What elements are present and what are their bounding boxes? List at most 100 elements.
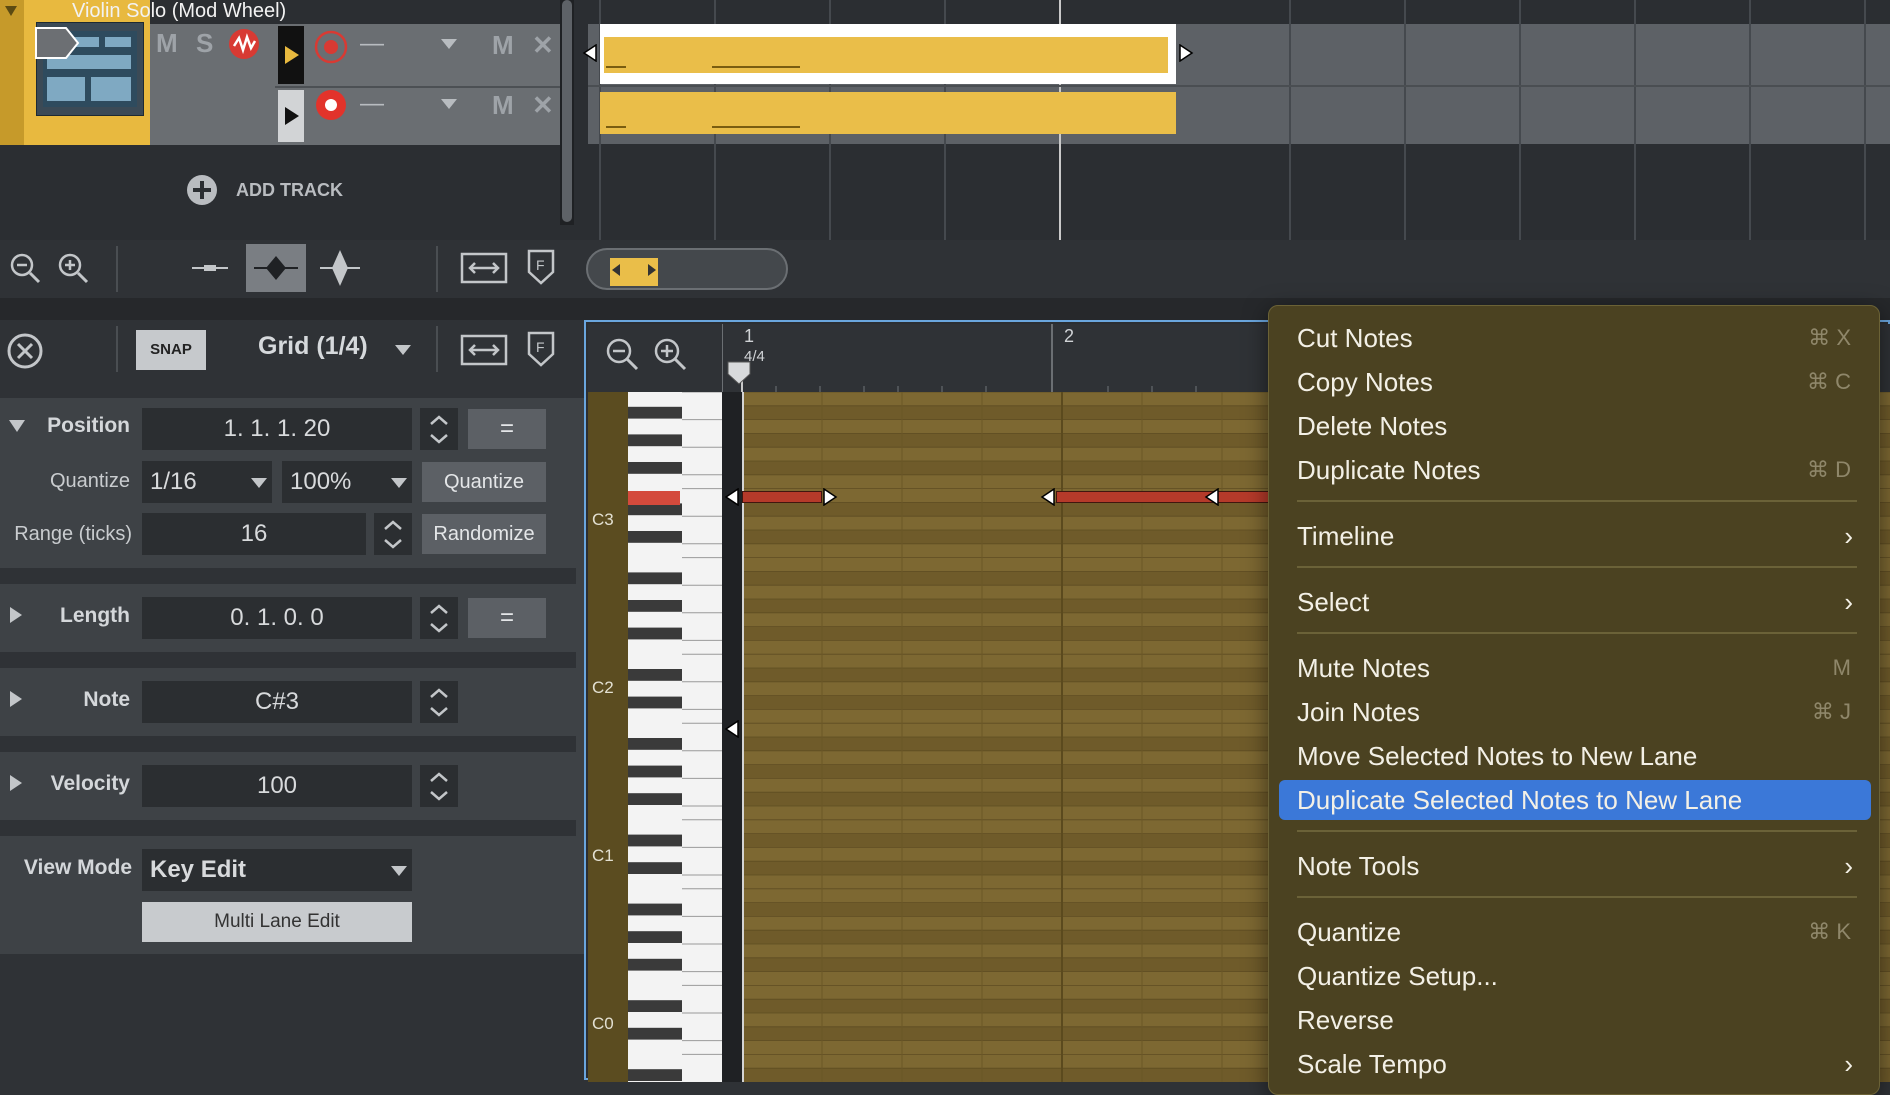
grid-select[interactable]: Grid (1/4): [258, 332, 368, 361]
view-mode-dropdown-icon[interactable]: [390, 865, 408, 877]
track-folder-icon[interactable]: [34, 26, 80, 60]
range-field[interactable]: 16: [142, 513, 366, 555]
menu-timeline[interactable]: Timeline ›: [1269, 516, 1881, 556]
grid-dropdown-icon[interactable]: [394, 344, 412, 356]
menu-cut-notes[interactable]: Cut Notes ⌘ X: [1269, 318, 1881, 358]
position-stepper[interactable]: [420, 408, 458, 450]
clip-end-handle-icon[interactable]: [1178, 44, 1194, 62]
section-divider: [0, 736, 576, 752]
length-stepper[interactable]: [420, 597, 458, 639]
lane1-play-toggle[interactable]: [278, 26, 304, 84]
position-equals-button[interactable]: =: [468, 409, 546, 449]
lane2-record-icon[interactable]: [314, 88, 348, 122]
lane1-close-icon[interactable]: ✕: [532, 30, 554, 61]
section-divider: [0, 568, 576, 584]
close-editor-icon[interactable]: [6, 332, 44, 370]
quantize-button[interactable]: Quantize: [422, 462, 546, 502]
track-scrollbar-thumb[interactable]: [562, 0, 572, 222]
menu-reverse[interactable]: Reverse: [1269, 1000, 1881, 1040]
menu-separator: [1297, 632, 1857, 634]
add-track-button[interactable]: ADD TRACK: [236, 180, 343, 201]
menu-shortcut: ⌘ J: [1811, 699, 1851, 724]
length-equals-button[interactable]: =: [468, 598, 546, 638]
menu-shortcut: ⌘ K: [1808, 919, 1851, 944]
menu-scale-tempo[interactable]: Scale Tempo ›: [1269, 1044, 1881, 1084]
lane2-play-toggle[interactable]: [278, 90, 304, 142]
menu-select[interactable]: Select ›: [1269, 582, 1881, 622]
range-stepper[interactable]: [374, 513, 412, 555]
quantize-grid-dropdown-icon[interactable]: [250, 477, 268, 489]
track-height-small-icon[interactable]: [190, 256, 230, 280]
track-title: Violin Solo (Mod Wheel): [72, 0, 287, 22]
randomize-button[interactable]: Randomize: [422, 514, 546, 554]
menu-move-to-new-lane[interactable]: Move Selected Notes to New Lane: [1269, 736, 1881, 776]
submenu-chevron-icon: ›: [1844, 521, 1853, 551]
note-end-handle-icon[interactable]: [822, 488, 838, 506]
menu-separator: [1297, 896, 1857, 898]
view-mode-select[interactable]: Key Edit: [142, 849, 412, 891]
toolbar-divider: [116, 246, 118, 292]
menu-label: Select: [1297, 587, 1370, 617]
snap-button[interactable]: SNAP: [136, 330, 206, 370]
length-field[interactable]: 0. 1. 0. 0: [142, 597, 412, 639]
lane2-dropdown-icon[interactable]: [440, 98, 458, 110]
length-expand-icon[interactable]: [8, 606, 24, 624]
mute-button[interactable]: M: [156, 28, 178, 59]
menu-quantize-setup[interactable]: Quantize Setup...: [1269, 956, 1881, 996]
menu-note-tools[interactable]: Note Tools ›: [1269, 846, 1881, 886]
note-stepper[interactable]: [420, 681, 458, 723]
quantize-strength-dropdown-icon[interactable]: [390, 477, 408, 489]
menu-label: Quantize Setup...: [1297, 961, 1498, 991]
lane-marker-icon: [724, 488, 739, 506]
roll-zoom-in-icon[interactable]: [652, 336, 688, 372]
menu-mute-notes[interactable]: Mute Notes M: [1269, 648, 1881, 688]
note-expand-icon[interactable]: [8, 690, 24, 708]
position-field[interactable]: 1. 1. 1. 20: [142, 408, 412, 450]
midi-note[interactable]: [1056, 491, 1288, 503]
menu-label: Delete Notes: [1297, 411, 1448, 441]
multi-lane-edit-button[interactable]: Multi Lane Edit: [142, 902, 412, 942]
note-start-handle-icon[interactable]: [1204, 488, 1220, 506]
section-divider: [0, 820, 576, 836]
track-height-medium-button[interactable]: [246, 244, 306, 292]
lane1-dropdown-icon[interactable]: [440, 38, 458, 50]
menu-delete-notes[interactable]: Delete Notes: [1269, 406, 1881, 446]
velocity-expand-icon[interactable]: [8, 774, 24, 792]
menu-join-notes[interactable]: Join Notes ⌘ J: [1269, 692, 1881, 732]
lane2-close-icon[interactable]: ✕: [532, 90, 554, 121]
menu-shortcut: ⌘ D: [1807, 457, 1851, 482]
toolbar-divider: [436, 326, 438, 372]
zoom-out-icon[interactable]: [8, 251, 42, 285]
active-key-highlight: [628, 491, 680, 505]
track-height-large-icon[interactable]: [318, 246, 362, 290]
clip-note-markers: [606, 66, 800, 128]
toolbar-divider: [436, 246, 438, 292]
menu-quantize[interactable]: Quantize ⌘ K: [1269, 912, 1881, 952]
zoom-in-icon[interactable]: [56, 251, 90, 285]
fit-width-icon[interactable]: [460, 250, 508, 286]
midi-note[interactable]: [742, 491, 822, 503]
position-collapse-icon[interactable]: [8, 418, 26, 434]
roll-zoom-out-icon[interactable]: [604, 336, 640, 372]
quantize-label: Quantize: [49, 470, 130, 492]
velocity-field[interactable]: 100: [142, 765, 412, 807]
note-start-handle-icon[interactable]: [1040, 488, 1056, 506]
velocity-stepper[interactable]: [420, 765, 458, 807]
menu-copy-notes[interactable]: Copy Notes ⌘ C: [1269, 362, 1881, 402]
svg-text:F: F: [536, 339, 545, 355]
menu-duplicate-notes[interactable]: Duplicate Notes ⌘ D: [1269, 450, 1881, 490]
add-track-icon[interactable]: [186, 174, 218, 206]
note-field[interactable]: C#3: [142, 681, 412, 723]
track-expand-icon[interactable]: [4, 4, 18, 18]
automation-icon[interactable]: [228, 28, 260, 60]
lane2-mute[interactable]: M: [492, 90, 514, 121]
solo-button[interactable]: S: [196, 28, 213, 59]
lane1-record-icon[interactable]: [314, 30, 348, 64]
lane1-mute[interactable]: M: [492, 30, 514, 61]
menu-label: Mute Notes: [1297, 653, 1430, 683]
clip-start-handle-icon[interactable]: [582, 44, 598, 62]
menu-duplicate-to-new-lane[interactable]: Duplicate Selected Notes to New Lane: [1279, 780, 1871, 820]
follow-icon[interactable]: F: [526, 248, 556, 286]
editor-follow-icon[interactable]: F: [526, 330, 556, 368]
editor-fit-width-icon[interactable]: [460, 332, 508, 368]
